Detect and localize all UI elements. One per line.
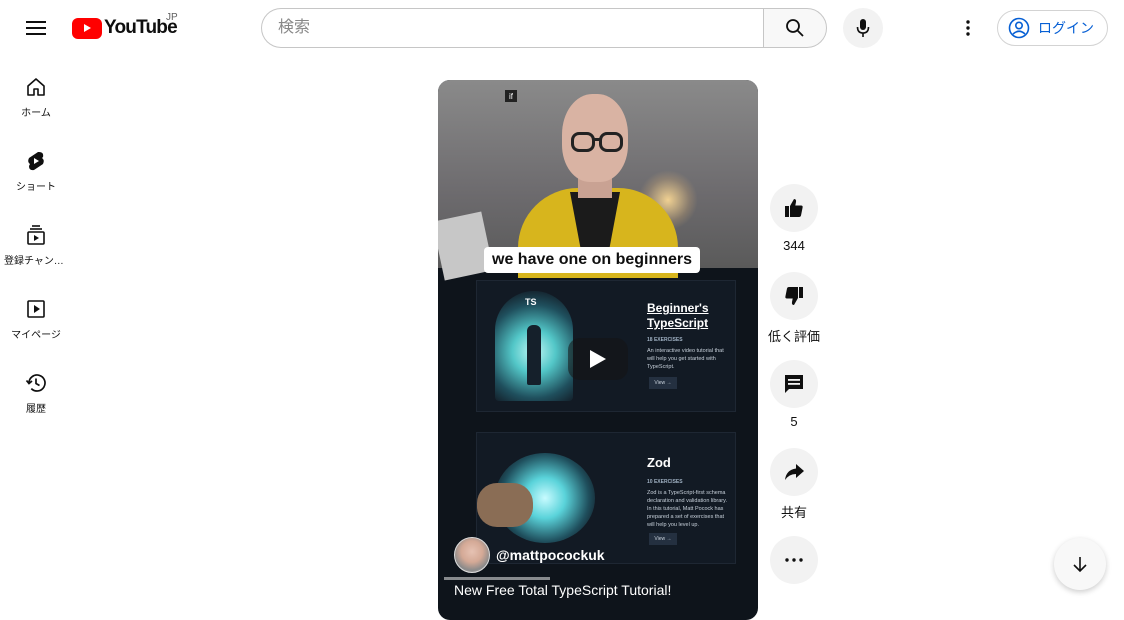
channel-name[interactable]: @mattpocockuk <box>496 547 605 563</box>
play-icon <box>590 350 606 368</box>
thumb-up-icon <box>785 199 803 217</box>
mic-icon <box>856 19 870 37</box>
card-view-button: View → <box>649 377 677 389</box>
card-subtitle: 10 EXERCISES <box>647 479 683 485</box>
like-button[interactable] <box>770 184 818 232</box>
channel-info[interactable]: @mattpocockuk <box>454 537 605 573</box>
search-bar <box>261 8 827 48</box>
progress-bar[interactable] <box>444 577 550 580</box>
voice-search-button[interactable] <box>843 8 883 48</box>
share-label: 共有 <box>780 505 807 520</box>
portal-illustration: TS <box>495 291 573 401</box>
settings-menu-button[interactable] <box>948 8 988 48</box>
video-caption: we have one on beginners <box>484 247 701 273</box>
card-view-button: View → <box>649 533 677 545</box>
dislike-button[interactable] <box>770 272 818 320</box>
shorts-icon <box>28 152 44 171</box>
webcam-frame: if <box>438 80 758 281</box>
silhouette-figure <box>527 325 541 385</box>
comments-button[interactable] <box>770 360 818 408</box>
glasses-bridge <box>593 138 601 141</box>
sidebar-item-you[interactable]: マイページ <box>4 278 68 352</box>
hamburger-icon <box>26 21 46 35</box>
sidebar-item-label: ショート <box>16 182 56 193</box>
more-actions-button[interactable] <box>770 536 818 584</box>
video-title[interactable]: New Free Total TypeScript Tutorial! <box>454 582 671 598</box>
glasses-right <box>599 132 623 152</box>
more-vert-icon <box>966 20 970 36</box>
sign-in-button[interactable]: ログイン <box>997 10 1108 46</box>
card-description: An interactive video tutorial that will … <box>647 348 724 370</box>
subscriptions-icon <box>27 225 45 245</box>
hand-illustration <box>477 483 533 527</box>
ts-badge: TS <box>525 297 537 307</box>
youtube-logo[interactable]: YouTube <box>72 14 178 42</box>
country-code: JP <box>166 12 178 23</box>
more-horiz-icon <box>785 558 803 562</box>
play-button[interactable] <box>568 338 628 380</box>
history-icon <box>25 374 46 392</box>
comment-count: 5 <box>790 414 798 429</box>
comment-icon <box>785 375 803 393</box>
search-button[interactable] <box>763 8 827 48</box>
arrow-down-icon <box>1073 557 1087 573</box>
search-input[interactable] <box>261 8 763 48</box>
sidebar-item-subscriptions[interactable]: 登録チャンネル <box>4 204 68 278</box>
sidebar-item-label: マイページ <box>11 330 61 341</box>
home-icon <box>27 78 45 96</box>
guide-menu-button[interactable] <box>16 8 56 48</box>
card-title: Zod <box>647 455 671 470</box>
sidebar-item-label: 履歴 <box>26 404 46 415</box>
you-icon <box>27 300 45 318</box>
sidebar-item-label: 登録チャンネル <box>4 256 68 267</box>
masthead: YouTube JP ログイン <box>0 0 1124 56</box>
next-video-button[interactable] <box>1054 538 1106 590</box>
card-title: Beginner's TypeScript <box>647 301 709 330</box>
sidebar-item-label: ホーム <box>21 108 51 119</box>
corner-badge: if <box>505 90 517 102</box>
youtube-play-icon <box>72 17 102 39</box>
sidebar-item-home[interactable]: ホーム <box>4 56 68 130</box>
search-icon <box>786 19 804 37</box>
like-count: 344 <box>783 238 805 253</box>
sidebar-item-history[interactable]: 履歴 <box>4 352 68 426</box>
thumb-down-icon <box>785 287 803 305</box>
channel-avatar[interactable] <box>454 537 490 573</box>
card-subtitle: 18 EXERCISES <box>647 337 683 343</box>
card-description: Zod is a TypeScript-first schema declara… <box>647 490 727 528</box>
account-circle-icon <box>1008 17 1030 39</box>
shorts-video-player[interactable]: if we have one on beginners TS Beginner'… <box>438 80 758 620</box>
dislike-label: 低く評価 <box>767 329 820 344</box>
sign-in-label: ログイン <box>1038 20 1094 36</box>
sidebar-item-shorts[interactable]: ショート <box>4 130 68 204</box>
share-icon <box>785 464 804 480</box>
glasses-left <box>571 132 595 152</box>
share-button[interactable] <box>770 448 818 496</box>
